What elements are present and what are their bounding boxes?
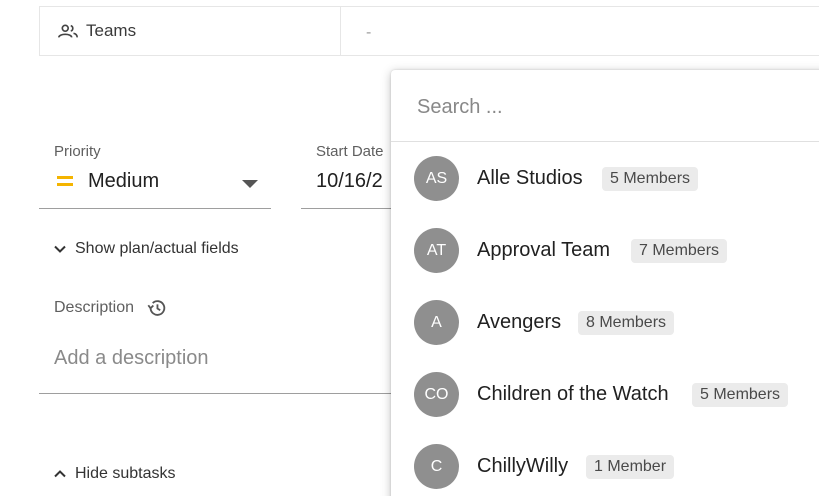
chevron-up-icon [54, 470, 66, 478]
priority-medium-icon [57, 176, 73, 188]
description-underline [39, 393, 399, 394]
team-name: Alle Studios [477, 167, 583, 189]
team-avatar: A [414, 300, 459, 345]
team-option[interactable]: A Avengers 8 Members [391, 287, 819, 359]
team-avatar: AS [414, 156, 459, 201]
member-count-badge: 7 Members [631, 239, 728, 263]
start-date-label: Start Date [316, 143, 384, 160]
description-label: Description [54, 299, 135, 316]
team-avatar: C [414, 444, 459, 489]
description-input[interactable]: Add a description [54, 347, 209, 370]
start-date-value: 10/16/2 [316, 170, 383, 192]
history-icon[interactable] [146, 297, 168, 319]
member-count-badge: 5 Members [602, 167, 699, 191]
team-search-box [391, 70, 819, 142]
team-name: ChillyWilly [477, 455, 569, 477]
team-dropdown: AS Alle Studios 5 Members AT Approval Te… [391, 70, 819, 496]
page: Teams - Priority Medium Start Date 10/16… [0, 0, 819, 496]
team-name: Approval Team [477, 239, 611, 261]
team-option[interactable]: AT Approval Team 7 Members [391, 215, 819, 287]
hide-subtasks-label: Hide subtasks [75, 465, 176, 482]
chevron-down-icon [54, 245, 66, 253]
team-option[interactable]: C ChillyWilly 1 Member [391, 431, 819, 496]
start-date-field[interactable]: 10/16/2 [301, 165, 401, 209]
member-count-badge: 8 Members [578, 311, 675, 335]
team-option[interactable]: CO Children of the Watch 5 Members [391, 359, 819, 431]
team-avatar: AT [414, 228, 459, 273]
teams-divider [340, 7, 341, 55]
description-header: Description [54, 297, 168, 319]
member-count-badge: 5 Members [692, 383, 789, 407]
hide-subtasks-toggle[interactable]: Hide subtasks [53, 465, 176, 483]
priority-value: Medium [88, 170, 160, 192]
show-plan-actual-toggle[interactable]: Show plan/actual fields [53, 240, 239, 258]
teams-row[interactable]: Teams - [39, 6, 819, 56]
show-plan-actual-label: Show plan/actual fields [75, 240, 239, 257]
teams-label: Teams [57, 21, 136, 41]
team-option[interactable]: AS Alle Studios 5 Members [391, 143, 819, 215]
people-icon [58, 24, 78, 38]
team-name: Avengers [477, 311, 562, 333]
dropdown-caret-icon [242, 180, 258, 188]
teams-label-text: Teams [86, 21, 137, 40]
team-name: Children of the Watch [477, 383, 669, 405]
teams-value[interactable]: - [366, 24, 371, 42]
member-count-badge: 1 Member [586, 455, 675, 479]
team-search-input[interactable] [415, 90, 799, 124]
team-avatar: CO [414, 372, 459, 417]
priority-label: Priority [54, 143, 101, 160]
priority-select[interactable]: Medium [39, 165, 271, 209]
